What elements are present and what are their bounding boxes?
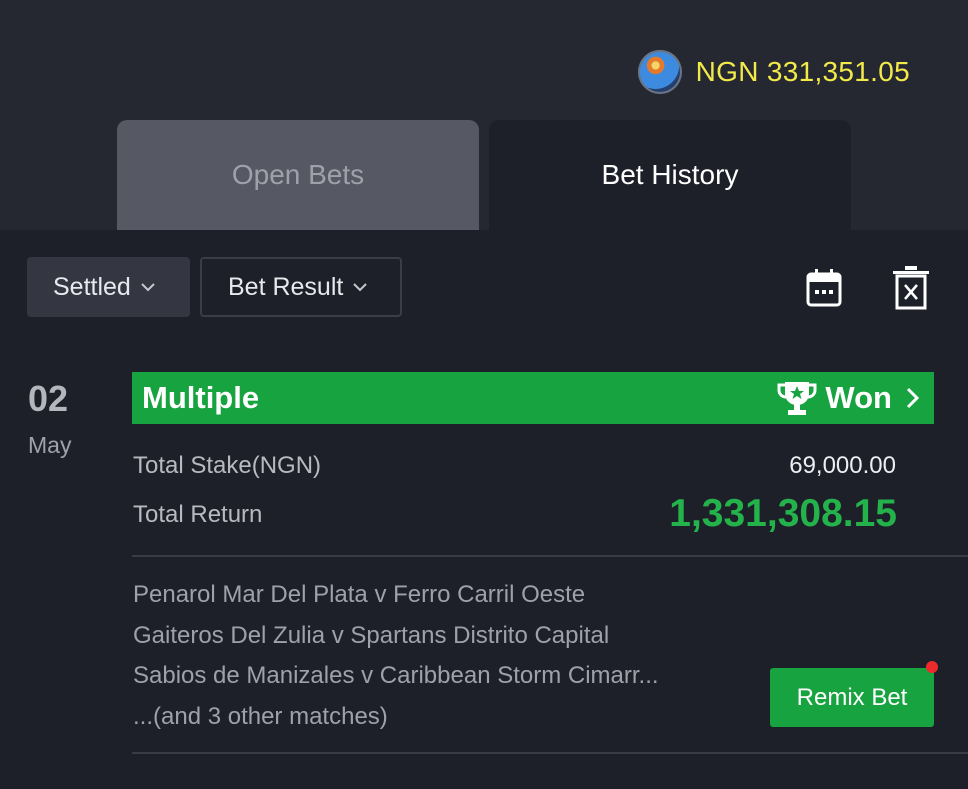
settled-dropdown-label: Settled	[53, 272, 131, 301]
remix-bet-button[interactable]: Remix Bet	[770, 668, 934, 727]
chevron-down-icon	[353, 283, 368, 292]
bet-tabs: Open Bets Bet History	[117, 120, 851, 230]
bet-summary-banner[interactable]: Multiple Won	[132, 372, 934, 424]
bet-result-dropdown[interactable]: Bet Result	[200, 257, 402, 317]
bet-type-label: Multiple	[142, 380, 260, 415]
bet-date-day: 02	[28, 378, 69, 419]
settled-dropdown[interactable]: Settled	[27, 257, 190, 317]
divider	[132, 555, 968, 557]
match-item: Sabios de Manizales v Caribbean Storm Ci…	[133, 662, 659, 689]
bet-result-label: Won	[825, 380, 892, 415]
tab-open-bets[interactable]: Open Bets	[117, 120, 479, 230]
bet-result-dropdown-label: Bet Result	[228, 272, 344, 301]
trophy-icon	[777, 382, 817, 415]
notification-dot	[926, 661, 938, 673]
match-list[interactable]: Penarol Mar Del Plata v Ferro Carril Oes…	[133, 575, 659, 737]
total-stake-label: Total Stake(NGN)	[133, 452, 322, 479]
match-item: Penarol Mar Del Plata v Ferro Carril Oes…	[133, 581, 586, 608]
total-stake-value: 69,000.00	[789, 452, 896, 479]
balance-amount: NGN 331,351.05	[695, 56, 910, 87]
bet-result-status: Won	[777, 379, 920, 417]
total-return-label: Total Return	[133, 501, 263, 528]
more-matches-note: ...(and 3 other matches)	[133, 702, 388, 730]
chevron-right-icon	[906, 387, 920, 409]
divider	[132, 752, 968, 754]
total-return-value: 1,331,308.15	[669, 492, 897, 535]
chevron-down-icon	[141, 283, 155, 292]
trash-icon[interactable]	[892, 266, 930, 310]
bet-date-month: May	[28, 432, 72, 458]
filter-bar: Settled Bet Result	[27, 257, 402, 317]
match-item: Gaiteros Del Zulia v Spartans Distrito C…	[133, 621, 610, 649]
calendar-icon[interactable]	[805, 268, 843, 308]
coin-avatar-icon	[637, 50, 682, 94]
balance-display[interactable]: NGN 331,351.05	[637, 50, 910, 94]
header: NGN 331,351.05 Open Bets Bet History	[0, 0, 968, 230]
tab-bet-history[interactable]: Bet History	[489, 120, 851, 230]
